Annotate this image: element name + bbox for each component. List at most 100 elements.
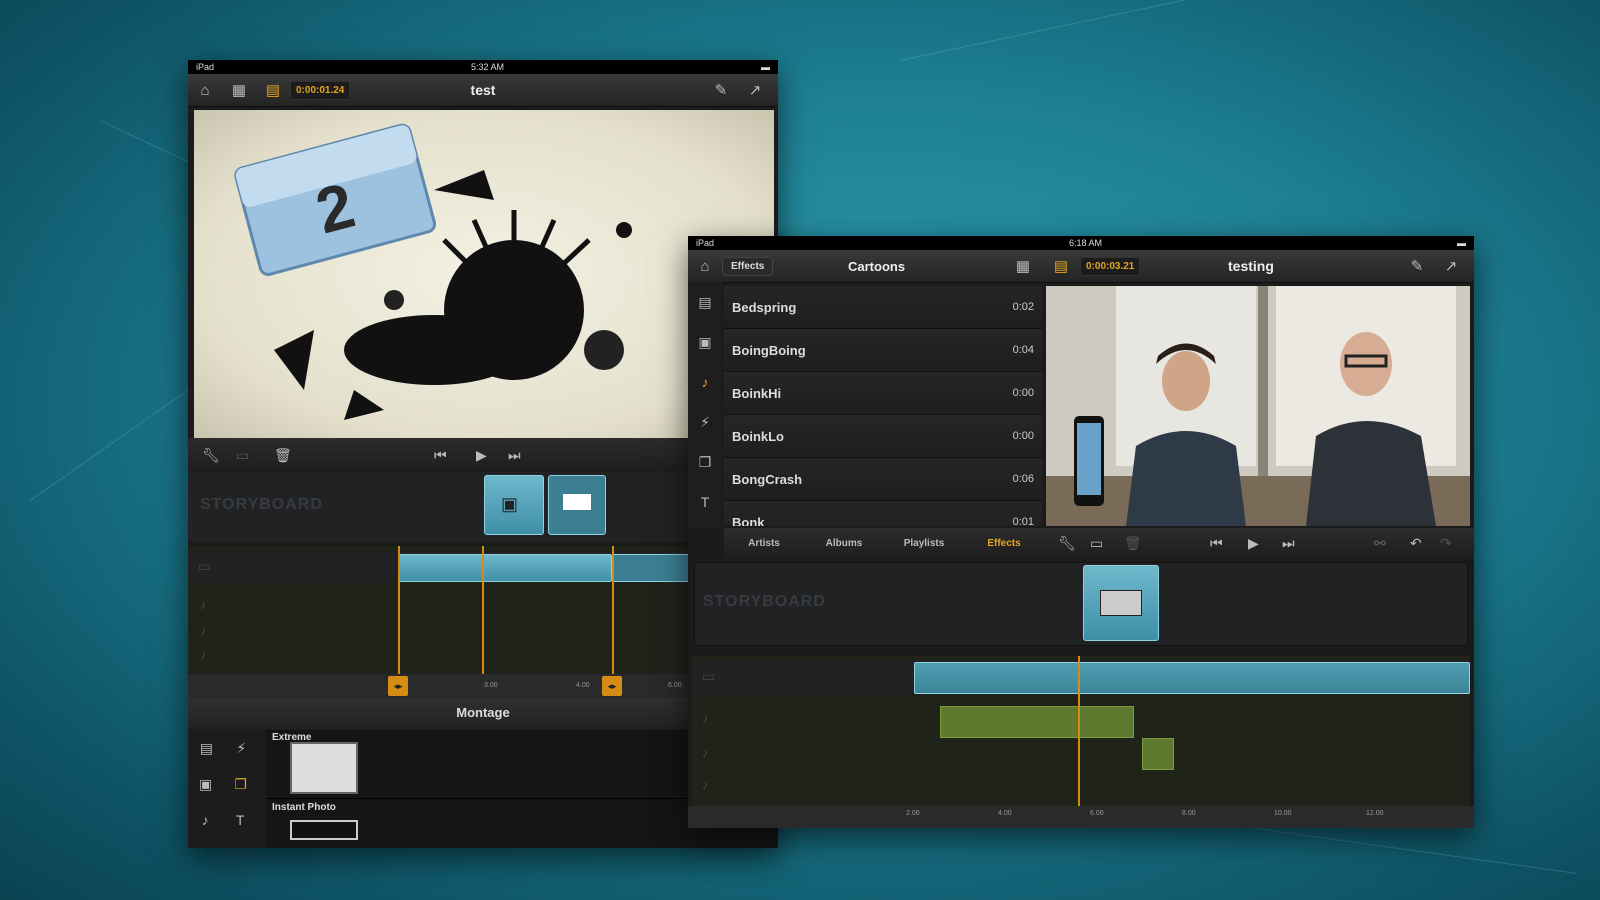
effect-row[interactable]: BoinkHi 0:00	[724, 372, 1042, 415]
edit-icon[interactable]: ✎	[1400, 257, 1434, 275]
video-clip[interactable]	[914, 662, 1470, 694]
device-label: iPad	[696, 238, 715, 248]
clapper-icon[interactable]: ▤	[1044, 257, 1078, 275]
montage-icon[interactable]: ❐	[688, 442, 722, 482]
clip-thumbnail	[1100, 590, 1142, 616]
skip-back-icon[interactable]: ⏮︎	[434, 447, 447, 464]
skip-forward-icon[interactable]: ⏭︎	[1282, 535, 1295, 552]
storyboard-grid-icon[interactable]: ▦	[1006, 257, 1040, 275]
timeline: ▭ ♪ ♪ ♪	[692, 656, 1470, 806]
title-icon[interactable]: T	[236, 812, 245, 828]
film-icon[interactable]: ▭	[1090, 535, 1103, 552]
video-library-icon[interactable]: ▤	[200, 740, 213, 757]
montage-thumbnail[interactable]	[290, 742, 358, 794]
montage-item-label: Instant Photo	[272, 802, 336, 813]
ruler-tick: 4.00	[998, 810, 1012, 817]
trash-icon[interactable]: 🗑︎	[274, 447, 292, 464]
video-preview[interactable]	[1046, 286, 1470, 526]
status-time: 5:32 AM	[470, 62, 505, 72]
browser-title: Cartoons	[848, 258, 906, 274]
background-texture	[900, 0, 1390, 61]
tab-playlists[interactable]: Playlists	[884, 538, 964, 549]
music-note-icon: ♪	[200, 598, 206, 612]
home-icon[interactable]: ⌂	[188, 82, 222, 99]
skip-back-icon[interactable]: ⏮︎	[1210, 535, 1223, 552]
redo-icon[interactable]: ↷	[1440, 535, 1452, 552]
effects-icon[interactable]: ⚡︎	[236, 740, 246, 757]
tab-artists[interactable]: Artists	[724, 538, 804, 549]
video-preview[interactable]: 2	[194, 110, 774, 438]
effect-duration: 0:00	[1012, 430, 1034, 442]
battery-icon: ▬	[760, 62, 770, 72]
audio-clip[interactable]	[940, 706, 1134, 738]
effect-row[interactable]: BongCrash 0:06	[724, 458, 1042, 501]
photo-library-icon[interactable]: ▣	[688, 322, 722, 362]
effects-icon[interactable]: ⚡︎	[688, 402, 722, 442]
tab-albums[interactable]: Albums	[804, 538, 884, 549]
wrench-icon[interactable]: 🔧︎	[1058, 535, 1076, 552]
undo-icon[interactable]: ↶	[1410, 535, 1422, 552]
playhead[interactable]	[1078, 656, 1080, 806]
effect-row[interactable]: Bonk 0:01	[724, 501, 1042, 526]
share-icon[interactable]: ↗	[1434, 257, 1468, 275]
status-time: 6:18 AM	[1068, 238, 1103, 248]
storyboard-clip[interactable]	[548, 475, 606, 535]
trim-handle[interactable]: ◂▸	[388, 676, 408, 696]
montage-icon[interactable]: ❐	[234, 776, 247, 793]
home-icon[interactable]: ⌂	[688, 258, 722, 275]
skip-forward-icon[interactable]: ⏭︎	[508, 447, 521, 464]
effect-name: Bonk	[732, 514, 765, 527]
clip-thumbnail	[563, 494, 591, 510]
share-icon[interactable]: ↗	[738, 81, 772, 99]
ruler-tick: 4.00	[576, 682, 590, 689]
audio-clip[interactable]	[1142, 738, 1174, 770]
music-note-icon: ♪	[702, 712, 708, 726]
wrench-icon[interactable]: 🔧︎	[202, 447, 220, 464]
trim-handle[interactable]: ◂▸	[602, 676, 622, 696]
music-icon[interactable]: ♪	[202, 812, 209, 828]
storyboard-grid-icon[interactable]: ▦	[222, 81, 256, 99]
music-icon[interactable]: ♪	[688, 362, 722, 402]
effects-back-button[interactable]: Effects	[722, 256, 774, 276]
video-clip[interactable]	[398, 554, 612, 582]
video-library-icon[interactable]: ▤	[688, 282, 722, 322]
edit-icon[interactable]: ✎	[704, 81, 738, 99]
photo-library-icon[interactable]: ▣	[199, 776, 212, 793]
effect-row[interactable]: BoinkLo 0:00	[724, 415, 1042, 458]
montage-thumbnail[interactable]	[290, 820, 358, 840]
background-texture	[1199, 820, 1577, 874]
storyboard-clip[interactable]	[1083, 565, 1159, 641]
project-toolbar: ⌂ ▦ ▤ 0:00:01.24 test ✎ ↗	[188, 74, 778, 107]
timecode: 0:00:01.24	[290, 80, 351, 100]
effect-name: BoinkLo	[732, 428, 784, 444]
play-icon[interactable]: ▶︎	[476, 447, 487, 464]
timecode: 0:00:03.21	[1080, 256, 1141, 276]
ruler-tick: 10.00	[1274, 810, 1292, 817]
effect-duration: 0:02	[1012, 301, 1034, 313]
ruler-tick: 8.00	[1182, 810, 1196, 817]
music-note-icon: ♪	[702, 746, 708, 760]
trash-icon[interactable]: 🗑︎	[1124, 535, 1142, 552]
title-icon[interactable]: T	[688, 482, 722, 522]
status-bar: iPad 5:32 AM ▬	[188, 60, 778, 74]
storyboard-clip[interactable]: ▣	[484, 475, 544, 535]
effect-row[interactable]: Bedspring 0:02	[724, 286, 1042, 329]
right-ipad-screen: iPad 6:18 AM ▬ ⌂ Effects Cartoons ▦ ▤ 0:…	[688, 236, 1474, 828]
playhead[interactable]	[482, 546, 484, 674]
media-sidebar: ▤ ▣ ♪ ⚡︎ ❐ T	[688, 282, 722, 528]
project-title: testing	[1228, 258, 1274, 274]
tab-effects[interactable]: Effects	[964, 538, 1044, 549]
preview-artwork: 2	[234, 123, 632, 420]
link-icon[interactable]: ⚯	[1374, 535, 1386, 552]
device-label: iPad	[196, 62, 215, 72]
effect-name: Bedspring	[732, 299, 797, 315]
music-note-icon: ♪	[200, 648, 206, 662]
clapper-icon[interactable]: ▤	[256, 81, 290, 99]
browser-tabs-and-controls: Artists Albums Playlists Effects 🔧︎ ▭ 🗑︎…	[724, 528, 1474, 558]
effect-row[interactable]: BoingBoing 0:04	[724, 329, 1042, 372]
effect-duration: 0:06	[1012, 473, 1034, 485]
video-track-icon: ▭	[198, 558, 212, 574]
project-toolbar: ⌂ Effects Cartoons ▦ ▤ 0:00:03.21 testin…	[688, 250, 1474, 283]
film-icon[interactable]: ▭	[236, 447, 249, 464]
play-icon[interactable]: ▶︎	[1248, 535, 1259, 552]
